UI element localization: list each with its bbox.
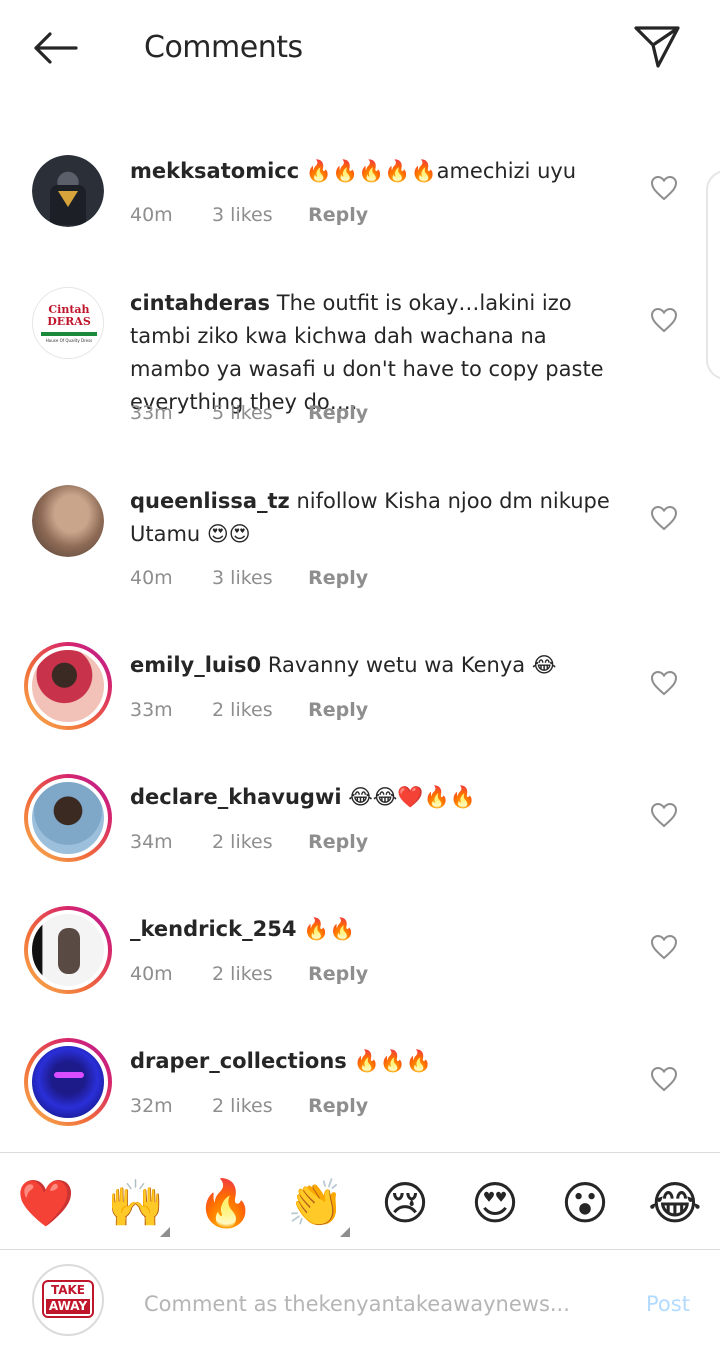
- comment-time: 34m: [130, 831, 173, 853]
- comment-username[interactable]: queenlissa_tz: [130, 489, 290, 513]
- quick-reactions-bar: ❤️ 🙌 🔥 👏 😢 😍 😮 😂: [0, 1152, 720, 1250]
- avatar[interactable]: [32, 485, 104, 557]
- comment-time: 40m: [130, 567, 173, 589]
- avatar-story-ring[interactable]: [24, 906, 112, 994]
- comment-body: 😂😂❤️🔥🔥: [348, 785, 476, 809]
- like-button[interactable]: [650, 802, 678, 828]
- like-button[interactable]: [650, 505, 678, 531]
- arrow-left-icon: [34, 32, 78, 64]
- cintah-tagline: House Of Quality Dress: [45, 338, 93, 343]
- like-button[interactable]: [650, 670, 678, 696]
- comment-time: 40m: [130, 963, 173, 985]
- reaction-clap-icon[interactable]: 👏: [287, 1175, 344, 1231]
- back-button[interactable]: [30, 28, 82, 68]
- comment-likes[interactable]: 5 likes: [212, 402, 302, 424]
- comment-composer: TAKE AWAY Post: [0, 1250, 720, 1361]
- comment-likes[interactable]: 2 likes: [212, 1095, 302, 1117]
- comment-username[interactable]: draper_collections: [130, 1049, 347, 1073]
- comment-likes[interactable]: 3 likes: [212, 204, 302, 226]
- reaction-heart-icon[interactable]: ❤️: [17, 1175, 74, 1231]
- reply-button[interactable]: Reply: [308, 1095, 368, 1117]
- comment-time: 40m: [130, 204, 173, 226]
- comment-body: 🔥🔥🔥: [353, 1049, 432, 1073]
- reply-button[interactable]: Reply: [308, 963, 368, 985]
- comment-input[interactable]: [144, 1286, 624, 1322]
- heart-outline-icon: [650, 307, 678, 333]
- post-button[interactable]: Post: [646, 1292, 690, 1316]
- comment-time: 33m: [130, 402, 173, 424]
- reply-button[interactable]: Reply: [308, 567, 368, 589]
- heart-outline-icon: [650, 802, 678, 828]
- comment-time: 32m: [130, 1095, 173, 1117]
- reaction-crying-icon[interactable]: 😢: [377, 1175, 433, 1231]
- skin-tone-indicator-icon: [340, 1227, 350, 1237]
- reaction-raised-hands-icon[interactable]: 🙌: [107, 1175, 164, 1231]
- cintah-logo-text: Cintah DERAS: [47, 303, 91, 328]
- avatar-story-ring[interactable]: [24, 1038, 112, 1126]
- reply-button[interactable]: Reply: [308, 402, 368, 424]
- like-button[interactable]: [650, 934, 678, 960]
- like-button[interactable]: [650, 307, 678, 333]
- heart-outline-icon: [650, 505, 678, 531]
- like-button[interactable]: [650, 1066, 678, 1092]
- avatar[interactable]: Cintah DERAS House Of Quality Dress: [32, 287, 104, 359]
- comment-username[interactable]: declare_khavugwi: [130, 785, 342, 809]
- comment-body: 🔥🔥: [303, 917, 356, 941]
- comment-body: 🔥🔥🔥🔥🔥amechizi uyu: [305, 159, 577, 183]
- side-pull-handle[interactable]: [706, 170, 720, 380]
- comment-username[interactable]: mekksatomicc: [130, 159, 299, 183]
- reaction-fire-icon[interactable]: 🔥: [197, 1175, 254, 1231]
- avatar[interactable]: [32, 155, 104, 227]
- heart-outline-icon: [650, 934, 678, 960]
- avatar-story-ring[interactable]: [24, 642, 112, 730]
- my-avatar[interactable]: TAKE AWAY: [32, 1264, 104, 1336]
- share-button[interactable]: [632, 24, 682, 70]
- reply-button[interactable]: Reply: [308, 204, 368, 226]
- page-title: Comments: [144, 30, 303, 65]
- takeaway-logo-text-2: AWAY: [46, 1299, 90, 1314]
- reaction-surprised-icon[interactable]: 😮: [557, 1175, 613, 1231]
- comment-username[interactable]: _kendrick_254: [130, 917, 296, 941]
- reaction-heart-eyes-icon[interactable]: 😍: [467, 1175, 523, 1231]
- avatar-story-ring[interactable]: [24, 774, 112, 862]
- heart-outline-icon: [650, 175, 678, 201]
- comment-likes[interactable]: 2 likes: [212, 831, 302, 853]
- heart-outline-icon: [650, 1066, 678, 1092]
- comment-likes[interactable]: 2 likes: [212, 963, 302, 985]
- takeaway-logo-text-1: TAKE: [50, 1283, 86, 1297]
- comment-likes[interactable]: 2 likes: [212, 699, 302, 721]
- paper-plane-icon: [634, 26, 680, 68]
- like-button[interactable]: [650, 175, 678, 201]
- comment-time: 33m: [130, 699, 173, 721]
- reply-button[interactable]: Reply: [308, 831, 368, 853]
- comment-username[interactable]: emily_luis0: [130, 653, 261, 677]
- skin-tone-indicator-icon: [160, 1227, 170, 1237]
- comment-body: Ravanny wetu wa Kenya 😂: [267, 653, 557, 677]
- top-bar: Comments: [0, 0, 720, 96]
- comment-likes[interactable]: 3 likes: [212, 567, 302, 589]
- heart-outline-icon: [650, 670, 678, 696]
- reply-button[interactable]: Reply: [308, 699, 368, 721]
- reaction-laughing-icon[interactable]: 😂: [647, 1175, 703, 1231]
- comment-username[interactable]: cintahderas: [130, 291, 270, 315]
